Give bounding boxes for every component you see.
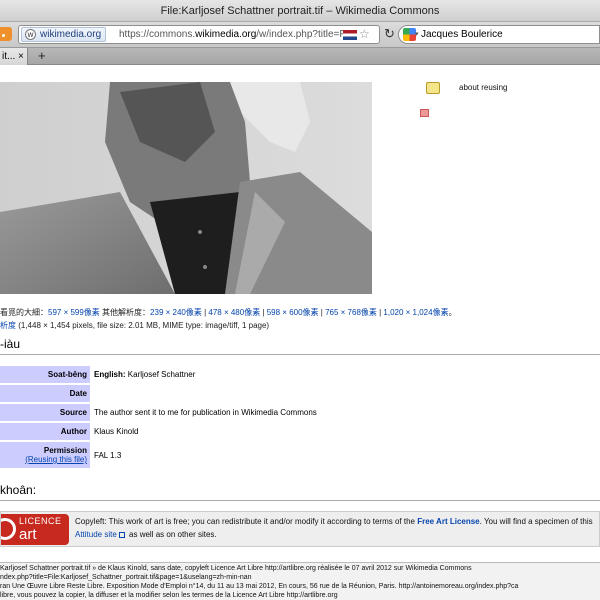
row-label: Author — [0, 423, 90, 440]
licence-box: LICENCE art libre Copyleft: This work of… — [0, 511, 600, 547]
address-bar[interactable]: w wikimedia.org https://commons.wikimedi… — [18, 25, 380, 44]
resolution-line: 看覓的大細：597 × 599像素 其他解析度：239 × 240像素 | 47… — [0, 308, 457, 317]
url-text[interactable]: https://commons.wikimedia.org/w/index.ph… — [119, 26, 344, 43]
language-flag-icon — [343, 30, 357, 40]
url-prefix: https://commons. — [119, 29, 196, 40]
flag-icon[interactable] — [420, 109, 429, 117]
logo-top-text: LICENCE — [19, 516, 62, 526]
navigation-toolbar: w wikimedia.org https://commons.wikimedi… — [0, 22, 600, 48]
language-label: English: — [94, 370, 126, 379]
reuse-icon — [426, 82, 440, 94]
footer-line: Karljosef Schattner portrait.tif » de Kl… — [0, 565, 472, 572]
footer-line: ran Une Œuvre Libre Reste Libre. Exposit… — [0, 583, 519, 590]
licence-text-before: Copyleft: This work of art is free; you … — [75, 517, 418, 526]
wikimedia-icon: w — [25, 29, 36, 40]
file-preview-image[interactable] — [0, 82, 372, 294]
site-identity-label: wikimedia.org — [40, 29, 102, 40]
row-value: Klaus Kinold — [94, 427, 139, 436]
resolution-link[interactable]: 478 × 480像素 — [208, 308, 260, 317]
table-row: Permission (Reusing this file) FAL 1.3 — [0, 442, 600, 468]
licensing-heading: khoân: — [0, 482, 600, 501]
rss-icon[interactable] — [0, 27, 12, 41]
preview-size-label: 看覓的大細： — [0, 308, 48, 317]
licence-art-libre-logo[interactable]: LICENCE art libre — [1, 514, 69, 545]
licence-text-after: . You will find a specimen of this — [479, 517, 593, 526]
external-link-icon — [118, 531, 125, 538]
resolution-link[interactable]: 1,020 × 1,024像素 — [383, 308, 448, 317]
close-icon[interactable]: × — [18, 48, 24, 65]
table-row: Date — [0, 385, 600, 402]
original-file-details: (1,448 × 1,454 pixels, file size: 2.01 M… — [16, 321, 270, 330]
row-value: The author sent it to me for publication… — [94, 408, 317, 417]
url-domain: wikimedia.org — [195, 29, 257, 40]
row-value — [90, 385, 600, 402]
reuse-link[interactable]: about reusing — [459, 83, 507, 92]
reload-icon[interactable]: ↻ — [384, 26, 395, 42]
original-file-link[interactable]: 析度 — [0, 321, 16, 330]
row-value: English: Karljosef Schattner — [90, 366, 600, 383]
summary-table: Soat-bêng English: Karljosef Schattner D… — [0, 364, 600, 470]
site-identity-button[interactable]: w wikimedia.org — [21, 27, 107, 42]
original-file-line: 析度 (1,448 × 1,454 pixels, file size: 2.0… — [0, 320, 269, 331]
licence-text-rest: as well as on other sites. — [126, 530, 217, 539]
row-value: FAL 1.3 — [94, 450, 122, 460]
table-row: Source The author sent it to me for publ… — [0, 404, 600, 421]
description-text: Karljosef Schattner — [125, 370, 196, 379]
row-label: Source — [0, 404, 90, 421]
search-value: Jacques Boulerice — [421, 29, 503, 40]
portrait-photo — [0, 82, 372, 294]
resolution-link[interactable]: 598 × 600像素 — [267, 308, 319, 317]
logo-circle-icon — [1, 518, 16, 540]
resolution-link[interactable]: 765 × 768像素 — [325, 308, 377, 317]
summary-heading: -iàu — [0, 336, 600, 355]
reusing-link[interactable]: (Reusing this file) — [0, 455, 87, 464]
row-label: Soat-bêng — [0, 366, 90, 383]
row-label: Date — [0, 385, 90, 402]
table-row: Author Klaus Kinold — [0, 423, 600, 440]
row-label: Permission (Reusing this file) — [0, 442, 90, 468]
url-path: /w/index.php?title=File:Karljosef_Schatt… — [256, 29, 344, 40]
permission-label: Permission — [43, 446, 87, 455]
new-tab-button[interactable]: + — [38, 48, 46, 64]
licence-text-line2: Attitude site as well as on other sites. — [75, 530, 217, 539]
resolution-link[interactable]: 239 × 240像素 — [150, 308, 202, 317]
preview-size-link[interactable]: 597 × 599像素 — [48, 308, 100, 317]
table-row: Soat-bêng English: Karljosef Schattner — [0, 366, 600, 383]
credit-footer: Karljosef Schattner portrait.tif » de Kl… — [0, 562, 600, 600]
logo-bottom-text: art libre — [19, 526, 47, 545]
other-res-label: 其他解析度： — [99, 308, 151, 317]
chevron-down-icon[interactable]: ▾ — [415, 26, 419, 43]
free-art-license-link[interactable]: Free Art License — [417, 517, 479, 526]
tab-current[interactable]: it... × — [0, 48, 28, 65]
attitude-site-link[interactable]: Attitude site — [75, 530, 117, 539]
tab-label: it... — [2, 51, 16, 62]
footer-line: ndex.php?title=File:Karljosef_Schattner_… — [0, 574, 252, 581]
licence-text: Copyleft: This work of art is free; you … — [75, 517, 593, 526]
tab-bar: it... × + — [0, 48, 600, 65]
end-mark: 。 — [448, 308, 457, 317]
search-input[interactable]: ▾ Jacques Boulerice — [398, 25, 600, 44]
bookmark-star-icon[interactable]: ☆ — [359, 26, 370, 43]
footer-line: libre, vous pouvez la copier, la diffuse… — [0, 592, 338, 599]
window-title: File:Karljosef Schattner portrait.tif – … — [0, 0, 600, 22]
